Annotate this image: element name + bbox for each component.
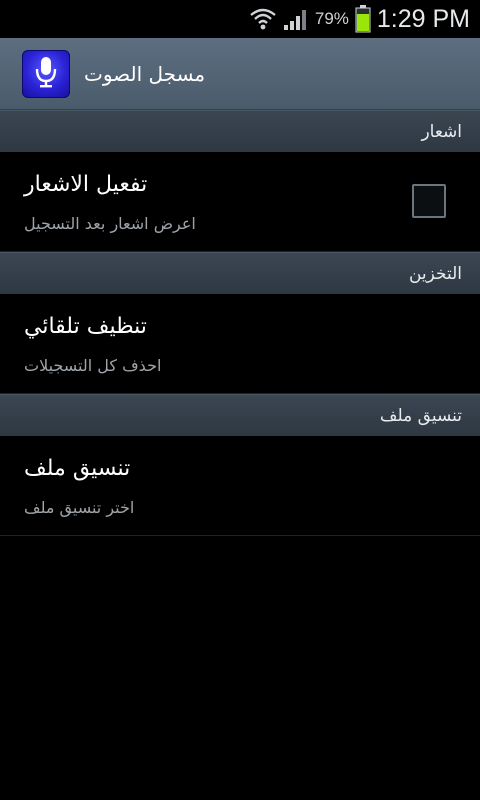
app-icon[interactable] <box>22 49 70 98</box>
pref-summary: احذف كل التسجيلات <box>24 356 162 375</box>
section-header-label: التخزين <box>408 263 462 284</box>
section-header-label: تنسيق ملف <box>379 405 462 426</box>
section-header-file-format: تنسيق ملف <box>0 394 480 436</box>
pref-title: تنسيق ملف <box>24 456 131 481</box>
app-title: مسجل الصوت <box>84 61 206 86</box>
section-header-label: اشعار <box>421 121 462 142</box>
microphone-icon <box>32 55 60 93</box>
preferences-list: اشعار تفعيل الاشعار اعرض اشعار بعد التسج… <box>0 110 480 536</box>
wifi-icon <box>249 6 277 32</box>
pref-auto-clean[interactable]: تنظيف تلقائي احذف كل التسجيلات <box>0 294 480 394</box>
action-bar: مسجل الصوت <box>0 38 480 110</box>
signal-icon <box>283 7 309 31</box>
section-header-notification: اشعار <box>0 110 480 152</box>
battery-icon <box>355 5 371 33</box>
clock: 1:29 PM <box>376 4 470 33</box>
pref-title: تنظيف تلقائي <box>24 314 147 339</box>
notification-checkbox[interactable] <box>412 184 446 218</box>
pref-title: تفعيل الاشعار <box>24 172 148 197</box>
battery-percent: 79% <box>314 9 349 28</box>
pref-enable-notification[interactable]: تفعيل الاشعار اعرض اشعار بعد التسجيل <box>0 152 480 252</box>
pref-file-format[interactable]: تنسيق ملف اختر تنسيق ملف <box>0 436 480 536</box>
pref-summary: اعرض اشعار بعد التسجيل <box>24 214 196 233</box>
section-header-storage: التخزين <box>0 252 480 294</box>
status-bar: 79% 1:29 PM <box>0 0 480 38</box>
pref-summary: اختر تنسيق ملف <box>24 498 135 517</box>
